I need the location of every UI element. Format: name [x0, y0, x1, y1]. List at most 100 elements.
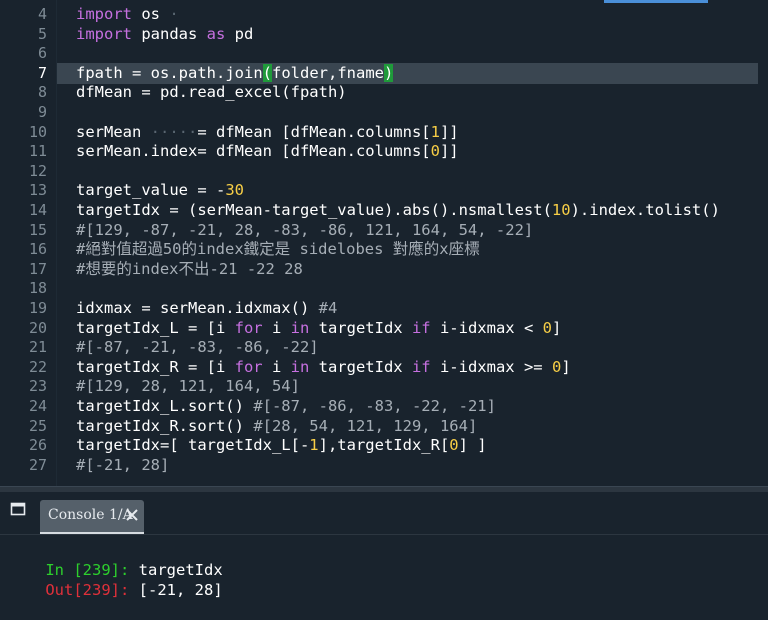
code-line[interactable]: targetIdx=[ targetIdx_L[-1],targetIdx_R[…: [76, 435, 487, 455]
code-token: 0: [430, 142, 440, 161]
code-token: i-idxmax <: [430, 318, 543, 337]
code-editor[interactable]: 4 5 6 7 8 9 10 11 12 13 14 15 16 17 18 19 20 21 22 23 24 25 26…: [0, 0, 768, 486]
code-token: for: [234, 357, 263, 376]
console-tab-bar: Console 1/A: [0, 492, 768, 534]
code-token: 30: [225, 181, 244, 200]
code-line[interactable]: targetIdx_L.sort() #[-87, -86, -83, -22,…: [76, 396, 496, 416]
line-number: 11: [28, 142, 47, 161]
code-token: (: [262, 63, 272, 82]
line-number: 22: [28, 357, 47, 376]
code-token: os.path.join: [150, 63, 263, 82]
editor-scrollbar[interactable]: [758, 0, 768, 486]
code-token: 0: [449, 436, 459, 455]
line-number: 9: [37, 103, 47, 121]
code-line[interactable]: #絕對值超過50的index鐵定是 sidelobes 對應的x座標: [76, 239, 480, 259]
code-token: ).index.tolist(): [570, 201, 720, 219]
editor-tab-accent: [604, 0, 708, 3]
line-number: 23: [28, 377, 47, 396]
code-token: ]]: [439, 142, 459, 161]
code-token: 10: [551, 201, 571, 219]
code-token: pandas: [132, 24, 207, 43]
console-output-line: Out[239]: [-21, 28]: [8, 560, 223, 620]
code-token: folder,fname: [272, 63, 384, 82]
code-token: #[129, 28, 121, 164, 54]: [76, 377, 300, 396]
code-line[interactable]: idxmax = serMean.idxmax() #4: [76, 298, 337, 318]
code-token: in: [290, 318, 310, 337]
code-line[interactable]: #[129, 28, 121, 164, 54]: [76, 376, 300, 396]
code-token: #絕對值超過50的index鐵定是 sidelobes 對應的x座標: [76, 240, 480, 259]
line-number: 24: [28, 397, 47, 415]
code-token: targetIdx: [309, 357, 412, 376]
line-number: 17: [28, 259, 47, 278]
output-prompt: Out[239]:: [45, 581, 130, 599]
line-number: 8: [37, 83, 47, 102]
code-line[interactable]: #想要的index不出-21 -22 28: [76, 259, 303, 279]
code-token: in: [290, 357, 310, 376]
code-token: targetIdx: [309, 318, 412, 337]
line-number: 4: [37, 5, 47, 23]
code-token: #[129, -87, -21, 28, -83, -86, 121, 164,…: [76, 220, 534, 239]
code-token: serMean.index= dfMean [dfMean.columns[: [76, 142, 431, 161]
line-number: 21: [28, 338, 47, 357]
window-icon[interactable]: [10, 501, 26, 517]
code-token: pd: [225, 24, 254, 43]
code-token: #[-87, -21, -83, -86, -22]: [76, 338, 319, 357]
code-token: os: [132, 5, 160, 23]
code-line[interactable]: #[-87, -21, -83, -86, -22]: [76, 337, 319, 357]
code-line[interactable]: targetIdx_R = [i for i in targetIdx if i…: [76, 357, 571, 377]
line-number: 14: [28, 201, 47, 219]
code-token: for: [234, 318, 263, 337]
code-token: ]]: [439, 122, 459, 141]
ipython-console-panel: Console 1/A In [239]: targetIdx Out[239]…: [0, 492, 768, 599]
code-line[interactable]: targetIdx_L = [i for i in targetIdx if i…: [76, 318, 561, 338]
code-token: import: [76, 24, 132, 43]
code-token: ): [383, 63, 394, 82]
code-token: ],targetIdx_R[: [318, 436, 450, 455]
tab-console[interactable]: Console 1/A: [40, 500, 144, 534]
code-token: 0: [542, 318, 552, 337]
code-line[interactable]: dfMean = pd.read_excel(fpath): [76, 82, 347, 102]
code-token: targetIdx = (serMean-target_value).abs()…: [76, 201, 552, 219]
code-token: ] ]: [458, 436, 487, 455]
code-token: targetIdx_L = [i: [76, 318, 235, 337]
code-token: targetIdx=[ targetIdx_L[-: [76, 436, 310, 455]
line-number: 10: [28, 122, 47, 141]
code-line[interactable]: serMean ·····= dfMean [dfMean.columns[1]…: [76, 122, 459, 142]
line-number: 15: [28, 220, 47, 239]
code-token: = dfMean [dfMean.columns[: [197, 122, 431, 141]
line-number: 12: [28, 161, 47, 180]
code-token: targetIdx_R.sort(): [76, 416, 254, 435]
close-icon[interactable]: [124, 506, 140, 524]
code-line[interactable]: import os ·: [76, 4, 179, 24]
code-token: ]: [551, 318, 562, 337]
line-number: 16: [28, 240, 47, 259]
line-number: 25: [28, 416, 47, 435]
code-token: if: [411, 357, 431, 376]
code-line[interactable]: target_value = -30: [76, 180, 244, 200]
line-number: 13: [28, 181, 47, 200]
line-number: 26: [28, 436, 47, 455]
code-token: i: [262, 318, 291, 337]
code-token: target_value = -: [76, 181, 226, 200]
code-token: ·: [160, 5, 179, 23]
code-token: #[28, 54, 121, 129, 164]: [253, 416, 478, 435]
code-token: import: [76, 5, 132, 23]
code-line[interactable]: targetIdx = (serMean-target_value).abs()…: [76, 200, 720, 220]
code-line[interactable]: fpath = os.path.join(folder,fname): [76, 63, 394, 83]
code-token: #[-21, 28]: [76, 455, 170, 474]
line-number: 6: [37, 44, 47, 63]
line-number: 18: [28, 279, 47, 298]
code-line[interactable]: serMean.index= dfMean [dfMean.columns[0]…: [76, 141, 459, 161]
code-token: 1: [430, 122, 440, 141]
code-token: if: [411, 318, 431, 337]
code-token: as: [206, 24, 226, 43]
line-number: 27: [28, 455, 47, 474]
code-token: ·····: [150, 122, 198, 141]
output-text: [-21, 28]: [129, 581, 223, 599]
line-number: 5: [37, 24, 47, 43]
code-line[interactable]: #[129, -87, -21, 28, -83, -86, 121, 164,…: [76, 220, 533, 240]
code-line[interactable]: #[-21, 28]: [76, 455, 169, 475]
code-line[interactable]: targetIdx_R.sort() #[28, 54, 121, 129, 1…: [76, 416, 477, 436]
code-token: i-idxmax >=: [430, 357, 552, 376]
code-line[interactable]: import pandas as pd: [76, 24, 253, 44]
